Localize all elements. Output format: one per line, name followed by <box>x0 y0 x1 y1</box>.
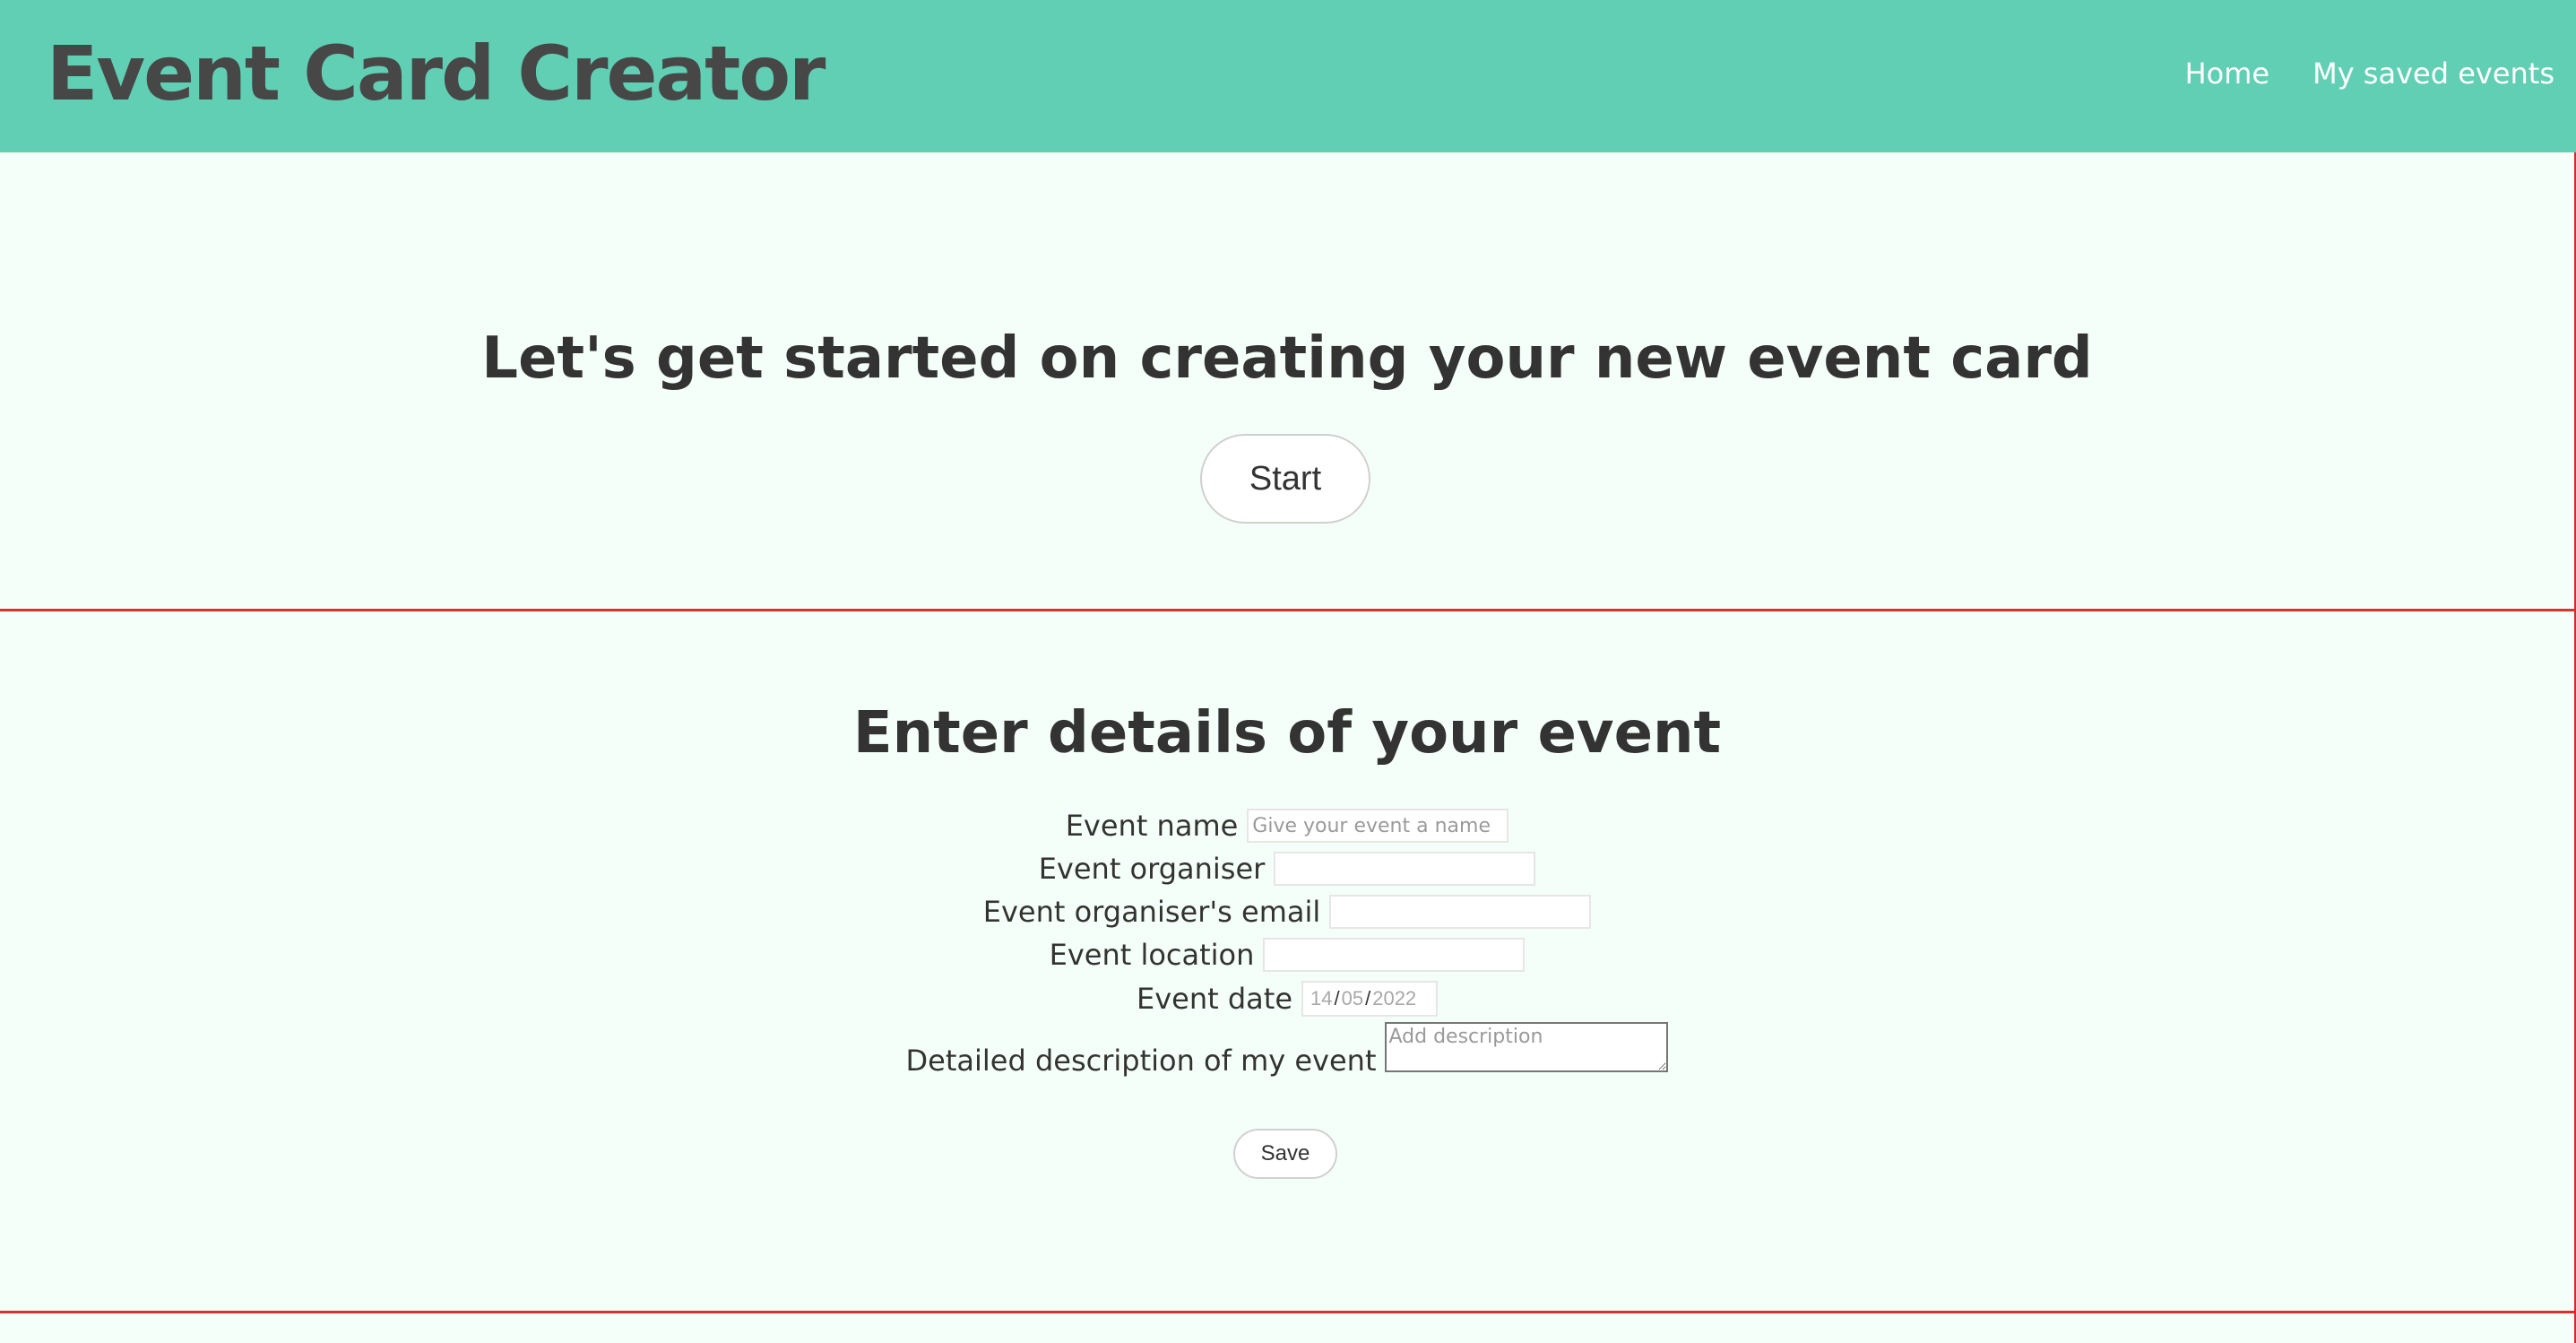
section-divider <box>0 1311 2574 1313</box>
date-separator: / <box>1334 987 1340 1009</box>
event-organiser-label: Event organiser <box>1038 852 1266 886</box>
event-name-row: Event name <box>0 809 2574 843</box>
event-location-input[interactable] <box>1263 938 1526 972</box>
save-button[interactable]: Save <box>1233 1129 1337 1179</box>
description-label: Detailed description of my event <box>905 1044 1377 1078</box>
app-header: Event Card Creator Home My saved events <box>0 0 2576 152</box>
date-day[interactable]: 14 <box>1310 987 1332 1010</box>
event-date-label: Event date <box>1137 982 1292 1016</box>
date-month[interactable]: 05 <box>1342 987 1363 1010</box>
nav-home-link[interactable]: Home <box>2185 52 2270 95</box>
date-separator: / <box>1365 987 1371 1009</box>
organiser-email-input[interactable] <box>1329 895 1592 929</box>
main-nav: Home My saved events <box>2185 52 2554 95</box>
hero-heading: Let's get started on creating your new e… <box>481 325 2093 392</box>
description-textarea[interactable] <box>1385 1022 1669 1072</box>
organiser-email-label: Event organiser's email <box>982 895 1321 929</box>
description-row: Detailed description of my event <box>0 1022 2574 1078</box>
section-divider <box>0 609 2574 611</box>
event-date-input[interactable]: 14 / 05 / 2022 <box>1301 981 1438 1017</box>
form-heading: Enter details of your event <box>852 700 1722 767</box>
event-date-row: Event date 14 / 05 / 2022 <box>0 981 2574 1017</box>
event-name-label: Event name <box>1065 809 1239 843</box>
event-location-row: Event location <box>0 938 2574 972</box>
app-title: Event Card Creator <box>47 30 826 117</box>
date-year[interactable]: 2022 <box>1372 987 1416 1010</box>
organiser-email-row: Event organiser's email <box>0 895 2574 929</box>
event-location-label: Event location <box>1049 938 1255 972</box>
start-button[interactable]: Start <box>1200 434 1370 524</box>
event-organiser-input[interactable] <box>1274 852 1536 886</box>
event-name-input[interactable] <box>1247 809 1509 843</box>
nav-saved-events-link[interactable]: My saved events <box>2312 52 2554 95</box>
event-organiser-row: Event organiser <box>0 852 2574 886</box>
